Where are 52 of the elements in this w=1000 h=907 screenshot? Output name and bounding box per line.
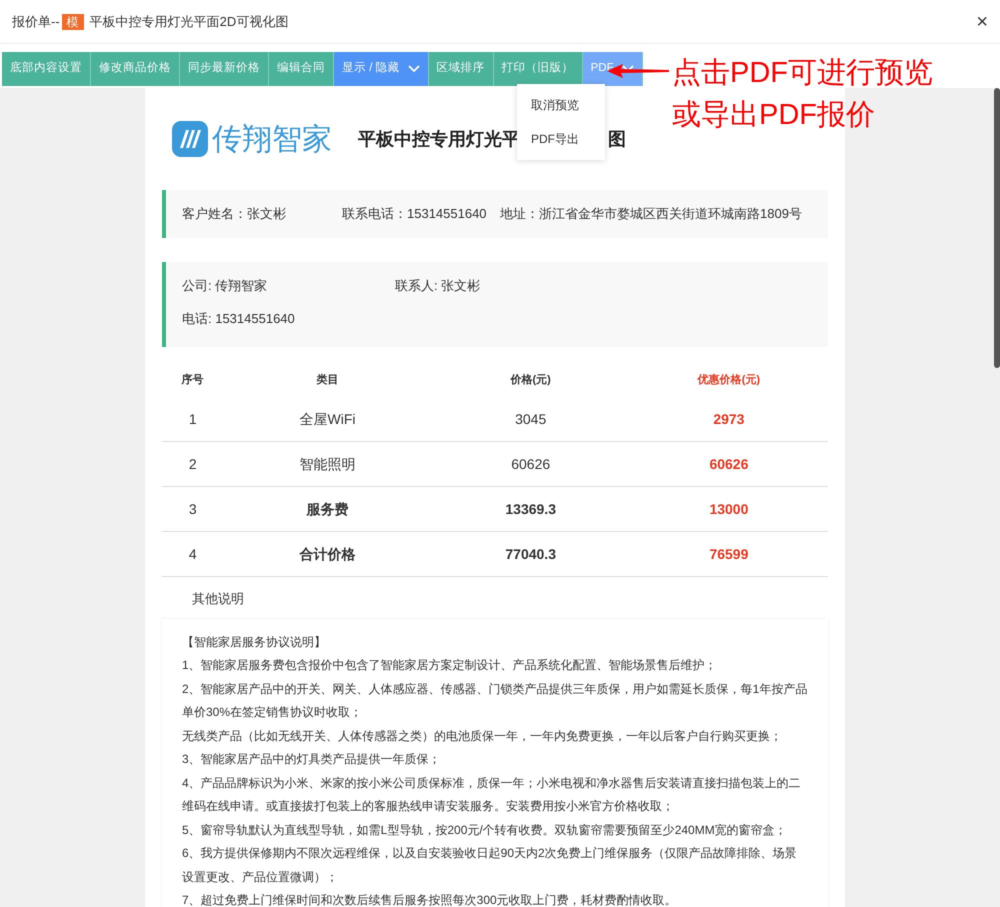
table-cell-text: 全屋WiFi xyxy=(298,410,357,428)
menu-item[interactable]: 取消预览 xyxy=(517,88,605,122)
table-cell-text: 77040.3 xyxy=(504,544,557,564)
info-text: 公司: 传翔智家 xyxy=(182,277,268,296)
notes-paragraph: 6、我方提供保修期内不限次远程维保，以及自安装验收日起90天内2次免费上门维保服务（仅限产品故障排除、场景设置更改、产品位置微调）； xyxy=(182,845,798,886)
window-title: 报价单-- 模 平板中控专用灯光平面2D可视化图 xyxy=(12,12,288,32)
toolbar-button[interactable]: 打印（旧版） xyxy=(494,52,583,86)
table-cell-text: 3 xyxy=(188,500,198,518)
brand-logo: 传翔智家 xyxy=(172,116,332,162)
table-cell-text: 13000 xyxy=(708,500,750,518)
toolbar-button[interactable]: 区域排序 xyxy=(428,52,494,86)
table-cell-text: 1 xyxy=(188,410,198,428)
table-cell-text: 智能照明 xyxy=(298,454,357,474)
table-cell-text: 60626 xyxy=(510,454,552,474)
notes-paragraph: 无线类产品（比如无线开关、人体传感器之类）的电池质保一年，一年内免费更换，一年以后客户自行购买更换； xyxy=(182,728,783,744)
table-cell-text: 2973 xyxy=(712,410,746,428)
notes-paragraph: 4、产品品牌标识为小米、米家的按小米公司质保标准，质保一年；小米电视和净水器售后安装请直接扫描包装上的二维码在线申请。或直接拔打包装上的客服热线申请安装服务。安装费用按小米官方价格收取； xyxy=(182,774,802,815)
notes-paragraph: 3、智能家居产品中的灯具类产品提供一年质保； xyxy=(182,751,442,768)
table-cell-text: 服务费 xyxy=(305,500,350,518)
close-button[interactable]: × xyxy=(976,6,988,36)
column-header: 价格(元) xyxy=(509,372,552,388)
info-text: 地址：浙江省金华市婺城区西关街道环城南路1809号 xyxy=(500,205,802,224)
toolbar-button[interactable]: 同步最新价格 xyxy=(180,52,269,86)
notes-paragraph: 【智能家居服务协议说明】 xyxy=(182,634,327,650)
column-header: 优惠价格(元) xyxy=(696,372,762,388)
chevron-down-icon xyxy=(408,65,420,73)
column-header: 类目 xyxy=(316,372,340,388)
menu-item[interactable]: PDF导出 xyxy=(517,122,605,156)
table-cell-text: 60626 xyxy=(708,454,750,474)
toolbar-button[interactable]: 编辑合同 xyxy=(269,52,334,86)
toolbar-button[interactable]: 显示 / 隐藏 xyxy=(334,52,429,86)
toolbar-button[interactable]: 修改商品价格 xyxy=(91,52,180,86)
table-cell-text: 3045 xyxy=(514,410,548,428)
table-cell-text: 13369.3 xyxy=(504,500,557,518)
document-title: 图 xyxy=(608,128,626,150)
notes-paragraph: 2、智能家居产品中的开关、网关、人体感应器、传感器、门锁类产品提供三年质保，用户如需延长质保，每1年按产品单价30%在签定销售协议时收取； xyxy=(182,680,808,721)
info-text: 电话: 15314551640 xyxy=(182,310,295,328)
table-cell-text: 2 xyxy=(188,454,198,474)
info-text: 联系人: 张文彬 xyxy=(395,277,480,296)
table-cell-text: 4 xyxy=(188,544,198,564)
notes-paragraph: 7、超过免费上门维保时间和次数后续售后服务按照每次300元收取上门费，耗材费酌情收取。 xyxy=(182,892,678,907)
info-text: 客户姓名：张文彬 xyxy=(182,205,287,224)
annotation-text: 点击PDF可进行预览 或导出PDF报价 xyxy=(672,56,933,133)
info-text: 联系电话：15314551640 xyxy=(342,205,488,224)
table-cell-text: 76599 xyxy=(708,544,750,564)
notes-paragraph: 5、窗帘导轨默认为直线型导轨，如需L型导轨，按200元/个转有收费。双轨窗帘需要预留至少240MM宽的窗帘盒； xyxy=(182,822,788,838)
toolbar-button[interactable]: 底部内容设置 xyxy=(2,52,91,86)
column-header: 序号 xyxy=(180,372,205,388)
scrollbar[interactable] xyxy=(994,88,1000,368)
notes-paragraph: 1、智能家居服务费包含报价中包含了智能家居方案定制设计、产品系统化配置、智能场景售后维护； xyxy=(182,657,718,674)
notes-title: 其他说明 xyxy=(191,590,245,608)
table-cell-text: 合计价格 xyxy=(298,544,357,564)
